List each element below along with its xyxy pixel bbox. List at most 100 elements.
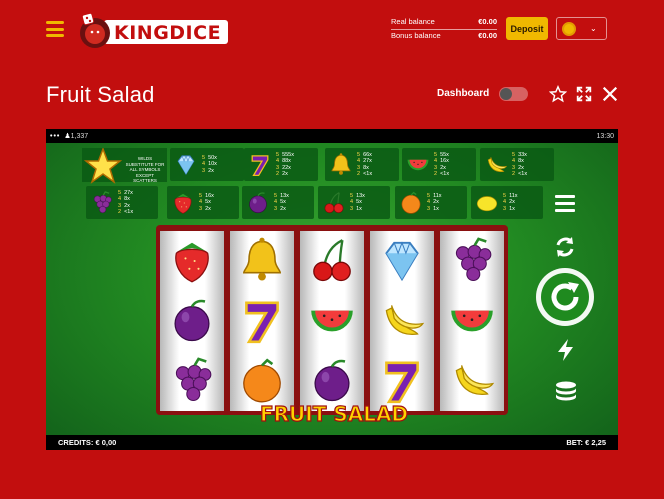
reel-1	[160, 231, 224, 411]
autoplay-icon[interactable]	[553, 235, 577, 259]
brand-name: KINGDICE	[114, 22, 222, 44]
bell-icon	[331, 152, 351, 175]
strawberry-icon	[175, 242, 209, 283]
lemon-icon	[476, 195, 498, 211]
grapes-icon	[455, 237, 492, 282]
strawberry-icon	[174, 193, 192, 214]
reel-symbol-banana	[370, 291, 434, 351]
bonus-balance-value: €0.00	[478, 31, 497, 40]
payout-list: 5 27x 4 8x 3 2x 2 <1x	[118, 189, 134, 215]
reel-symbol-strawberry	[160, 231, 224, 291]
reel-symbol-watermelon	[300, 291, 364, 351]
bell-icon	[243, 237, 281, 281]
bet-display[interactable]: BET: € 2,25	[566, 438, 606, 447]
real-balance-label: Real balance	[391, 17, 435, 26]
payout-list: 5 55x 4 16x 3 2x 2 <1x	[434, 151, 450, 177]
menu-icon[interactable]	[46, 21, 64, 37]
reel-symbol-plum	[160, 291, 224, 351]
paytable-bell: 5 66x 4 27x 3 8x 2 <1x	[325, 148, 399, 181]
watermelon-icon	[451, 310, 493, 332]
payout-list: 5 50x 4 10x 3 2x	[202, 155, 217, 174]
balance-divider	[391, 29, 497, 30]
fruit-salad-logo: FRUIT SALAD	[259, 401, 408, 426]
payout-list: 5 13x 4 5x 3 2x	[274, 193, 289, 212]
reel-5	[440, 231, 504, 411]
star-icon[interactable]	[549, 85, 567, 103]
watermelon-icon	[407, 159, 429, 170]
reel-symbol-seven	[230, 291, 294, 351]
reel-2	[230, 231, 294, 411]
paytable-banana: 5 33x 4 8x 3 2x 2 <1x	[480, 148, 554, 181]
reel-symbol-grapes	[440, 231, 504, 291]
wild-description: WILDS SUBSTITUTE FOR ALL SYMBOLS EXCEPT …	[125, 156, 165, 183]
dashboard-toggle[interactable]	[499, 87, 528, 101]
balance-panel: Real balance €0.00 Bonus balance €0.00	[391, 17, 497, 42]
game-frame[interactable]: ••• ♟ 1,337 13:30 WILDS SUBSTITUTE FOR A…	[46, 129, 618, 450]
kingdice-logo[interactable]: KINGDICE	[74, 12, 228, 48]
toggle-knob	[500, 88, 512, 100]
orange-icon	[401, 191, 421, 214]
paytable-watermelon: 5 55x 4 16x 3 2x 2 <1x	[402, 148, 476, 181]
reel-symbol-banana	[440, 351, 504, 411]
reel-3	[300, 231, 364, 411]
cherry-icon	[324, 191, 344, 213]
game-footer: CREDITS: € 0,00 BET: € 2,25	[46, 435, 618, 450]
grapes-icon	[93, 190, 112, 213]
plum-icon	[249, 191, 267, 213]
reel-symbol-cherry	[300, 231, 364, 291]
banana-icon	[455, 365, 495, 396]
real-balance-value: €0.00	[478, 17, 497, 26]
paytable-lemon: 5 11x 4 2x 3 1x	[471, 186, 543, 219]
paytable-grapes: 5 27x 4 8x 3 2x 2 <1x	[86, 186, 158, 219]
lion-icon	[80, 12, 110, 48]
plum-icon	[174, 299, 210, 342]
wild-star-icon	[84, 148, 122, 184]
dashboard-label: Dashboard	[437, 88, 490, 99]
svg-text:FRUIT SALAD: FRUIT SALAD	[260, 402, 408, 426]
watermelon-icon	[311, 310, 353, 332]
banana-icon	[385, 305, 425, 336]
paytable-orange: 5 11x 4 2x 3 1x	[395, 186, 467, 219]
turbo-icon[interactable]	[555, 338, 577, 362]
banana-icon	[487, 156, 508, 172]
diamond-icon	[385, 241, 419, 282]
reel-symbol-bell	[230, 231, 294, 291]
deposit-button[interactable]: Deposit	[506, 17, 548, 40]
game-status-bar: ••• ♟ 1,337 13:30	[46, 129, 618, 143]
credits-display: CREDITS: € 0,00	[58, 438, 117, 447]
bonus-balance-label: Bonus balance	[391, 31, 441, 40]
menu-icon[interactable]	[555, 193, 577, 213]
payout-list: 5 11x 4 2x 3 1x	[427, 193, 442, 212]
payout-list: 5 33x 4 8x 3 2x 2 <1x	[512, 151, 528, 177]
fullscreen-icon[interactable]	[575, 85, 593, 103]
more-icon[interactable]: •••	[50, 133, 60, 140]
coins-icon[interactable]	[554, 381, 578, 401]
payout-list: 5 16x 4 5x 3 2x	[199, 193, 214, 212]
reel-symbol-watermelon	[440, 291, 504, 351]
players-count: 1,337	[70, 132, 89, 140]
payout-list: 5 66x 4 27x 3 8x 2 <1x	[357, 151, 373, 177]
paytable-wild: WILDS SUBSTITUTE FOR ALL SYMBOLS EXCEPT …	[82, 148, 167, 184]
grapes-icon	[175, 357, 212, 402]
diamond-icon	[177, 154, 195, 175]
reel-symbol-grapes	[160, 351, 224, 411]
paytable-strawberry: 5 16x 4 5x 3 2x	[167, 186, 239, 219]
close-icon[interactable]	[601, 85, 619, 103]
seven-icon	[251, 154, 269, 176]
chevron-down-icon: ⌄	[590, 24, 597, 33]
paytable-cherry: 5 13x 4 5x 3 1x	[318, 186, 390, 219]
paytable-diamond: 5 50x 4 10x 3 2x	[170, 148, 244, 181]
page-title: Fruit Salad	[46, 82, 155, 107]
clock: 13:30	[596, 132, 614, 140]
payout-list: 5 13x 4 5x 3 1x	[350, 193, 365, 212]
cherry-icon	[313, 239, 351, 282]
payout-list: 5 555x 4 88x 3 22x 2 2x	[276, 151, 294, 177]
spin-button[interactable]	[534, 266, 596, 328]
reel-4	[370, 231, 434, 411]
paytable-plum: 5 13x 4 5x 3 2x	[242, 186, 314, 219]
paytable-seven: 5 555x 4 88x 3 22x 2 2x	[244, 148, 318, 181]
payout-list: 5 11x 4 2x 3 1x	[503, 193, 518, 212]
flag-icon	[562, 21, 576, 36]
seven-icon	[245, 301, 279, 344]
language-selector[interactable]: ⌄	[556, 17, 607, 40]
